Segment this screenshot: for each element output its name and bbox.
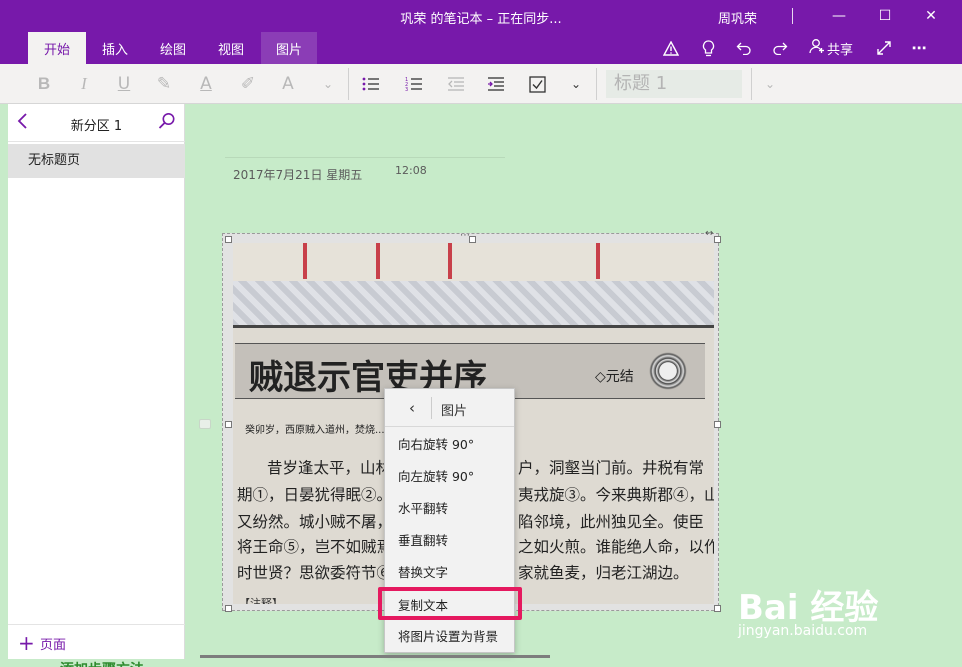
checkbox-tag-icon[interactable] <box>526 72 548 96</box>
redo-icon[interactable] <box>769 36 791 60</box>
ribbon-tabs: 开始 插入 绘图 视图 图片 共享 ⋯ <box>0 32 962 64</box>
menu-item-rotate-right[interactable]: 向右旋转 90° <box>385 430 514 460</box>
close-button[interactable]: ✕ <box>908 0 954 32</box>
add-page-button[interactable]: + 页面 <box>8 624 185 659</box>
bottom-caption: 添加步骤方法 <box>60 659 144 667</box>
decrease-indent-icon[interactable] <box>445 72 467 96</box>
resize-handle[interactable] <box>714 605 721 612</box>
highlight-box <box>378 587 522 620</box>
move-handle-icon[interactable]: ⋯ <box>460 230 470 241</box>
menu-item-rotate-left[interactable]: 向左旋转 90° <box>385 462 514 492</box>
svg-text:3: 3 <box>405 87 408 92</box>
lightbulb-icon[interactable] <box>697 36 719 60</box>
underline-button[interactable]: U <box>113 72 135 96</box>
greek-key-border <box>233 281 714 327</box>
resize-handle[interactable] <box>469 236 476 243</box>
article-line: 时世贤？思欲委符节⑥ <box>237 564 393 582</box>
toolbar-divider <box>348 68 349 100</box>
article-author: ◇元结 <box>595 369 634 385</box>
article-line: 又纷然。城小贼不屠， <box>237 513 393 531</box>
bullet-list-icon[interactable] <box>360 72 382 96</box>
search-icon[interactable] <box>158 112 176 135</box>
toolbar-divider <box>751 68 752 100</box>
minimize-button[interactable]: — <box>816 0 862 32</box>
article-line: 陷邻境，此州独见全。使臣 <box>518 513 705 531</box>
title-separator <box>792 8 793 24</box>
horizontal-scrollbar[interactable] <box>200 655 550 658</box>
bold-button[interactable]: B <box>33 72 55 96</box>
plus-icon: + <box>18 631 35 655</box>
article-line: 期①，日晏犹得眠②。 <box>237 486 393 504</box>
resize-handle[interactable] <box>714 421 721 428</box>
highlight-button[interactable]: ✎ <box>153 72 175 96</box>
article-line: 夷戎旋③。今来典斯郡④，山夷 <box>518 486 714 504</box>
undo-icon[interactable] <box>733 36 755 60</box>
page-title-line <box>225 157 505 158</box>
article-line: 户，洞壑当门前。井税有常 <box>518 459 705 477</box>
page-time: 12:08 <box>395 164 427 177</box>
tab-insert[interactable]: 插入 <box>90 32 140 64</box>
watermark-url: jingyan.baidu.com <box>738 623 868 639</box>
watermark-brand: Bai 经验 <box>738 588 879 628</box>
menu-item-set-as-background[interactable]: 将图片设置为背景 <box>385 622 514 652</box>
expand-icon[interactable] <box>873 36 895 60</box>
share-person-icon <box>809 38 825 58</box>
menu-item-alt-text[interactable]: 替换文字 <box>385 558 514 588</box>
tab-view[interactable]: 视图 <box>206 32 256 64</box>
menu-item-flip-vertical[interactable]: 垂直翻转 <box>385 526 514 556</box>
title-bar: 巩荣 的笔记本 – 正在同步... 周巩荣 — ☐ ✕ <box>0 0 962 32</box>
more-icon[interactable]: ⋯ <box>908 36 930 60</box>
paragraph-marker[interactable] <box>199 419 211 429</box>
add-page-label: 页面 <box>40 638 67 653</box>
tag-dropdown-chevron-icon[interactable]: ⌄ <box>566 72 586 96</box>
rule-line <box>233 325 714 328</box>
style-dropdown-chevron-icon[interactable]: ⌄ <box>760 72 780 96</box>
article-line: 将王命⑤，岂不如贼焉？ <box>237 538 408 556</box>
menu-header-divider <box>431 397 432 419</box>
article-line: 家就鱼麦，归老江湖边。 <box>518 564 689 582</box>
clear-format-button[interactable]: A <box>277 72 299 96</box>
flower-ornament <box>643 348 693 394</box>
numbered-list-icon[interactable]: 123 <box>403 72 425 96</box>
tab-picture[interactable]: 图片 <box>261 32 317 64</box>
share-label: 共享 <box>826 42 853 58</box>
font-color-button[interactable]: A <box>195 72 217 96</box>
back-chevron-icon[interactable]: ‹ <box>409 399 415 417</box>
page-date: 2017年7月21日 星期五 <box>233 168 363 182</box>
page-list-item[interactable]: 无标题页 <box>8 144 185 178</box>
resize-handle[interactable] <box>714 236 721 243</box>
container-resize-icon[interactable]: ↔ <box>705 228 713 239</box>
article-preface: 癸卯岁，西原贼入道州，焚烧... <box>245 425 385 436</box>
red-margin-line <box>596 243 600 279</box>
resize-handle[interactable] <box>225 421 232 428</box>
navigation-pane: 新分区 1 无标题页 + 页面 <box>8 104 185 659</box>
user-name[interactable]: 周巩荣 <box>718 8 757 27</box>
red-margin-line <box>376 243 380 279</box>
article-line: 昔岁逢太平，山林 <box>267 459 392 477</box>
toolbar-divider <box>596 68 597 100</box>
increase-indent-icon[interactable] <box>485 72 507 96</box>
resize-handle[interactable] <box>225 236 232 243</box>
section-header: 新分区 1 <box>8 104 185 142</box>
tab-draw[interactable]: 绘图 <box>148 32 198 64</box>
menu-item-flip-horizontal[interactable]: 水平翻转 <box>385 494 514 524</box>
red-margin-line <box>448 243 452 279</box>
maximize-button[interactable]: ☐ <box>862 0 908 32</box>
article-line: 之如火煎。谁能绝人命，以作 <box>518 538 714 556</box>
formatting-toolbar: B I U ✎ A ✐ A ⌄ 123 ⌄ 标题 1 ⌄ <box>0 64 962 104</box>
red-margin-line <box>303 243 307 279</box>
style-selector[interactable]: 标题 1 <box>606 70 742 98</box>
warning-icon[interactable] <box>660 36 682 60</box>
share-button[interactable]: 共享 <box>806 36 856 60</box>
resize-handle[interactable] <box>225 605 232 612</box>
context-menu-header: ‹ 图片 <box>385 389 514 427</box>
article-footnote: 【注释】 <box>239 597 283 604</box>
context-menu-title: 图片 <box>441 404 468 419</box>
tab-home[interactable]: 开始 <box>28 32 86 64</box>
italic-button[interactable]: I <box>73 72 95 96</box>
format-painter-button[interactable]: ✐ <box>237 72 259 96</box>
chevron-down-icon[interactable]: ⌄ <box>317 72 339 96</box>
